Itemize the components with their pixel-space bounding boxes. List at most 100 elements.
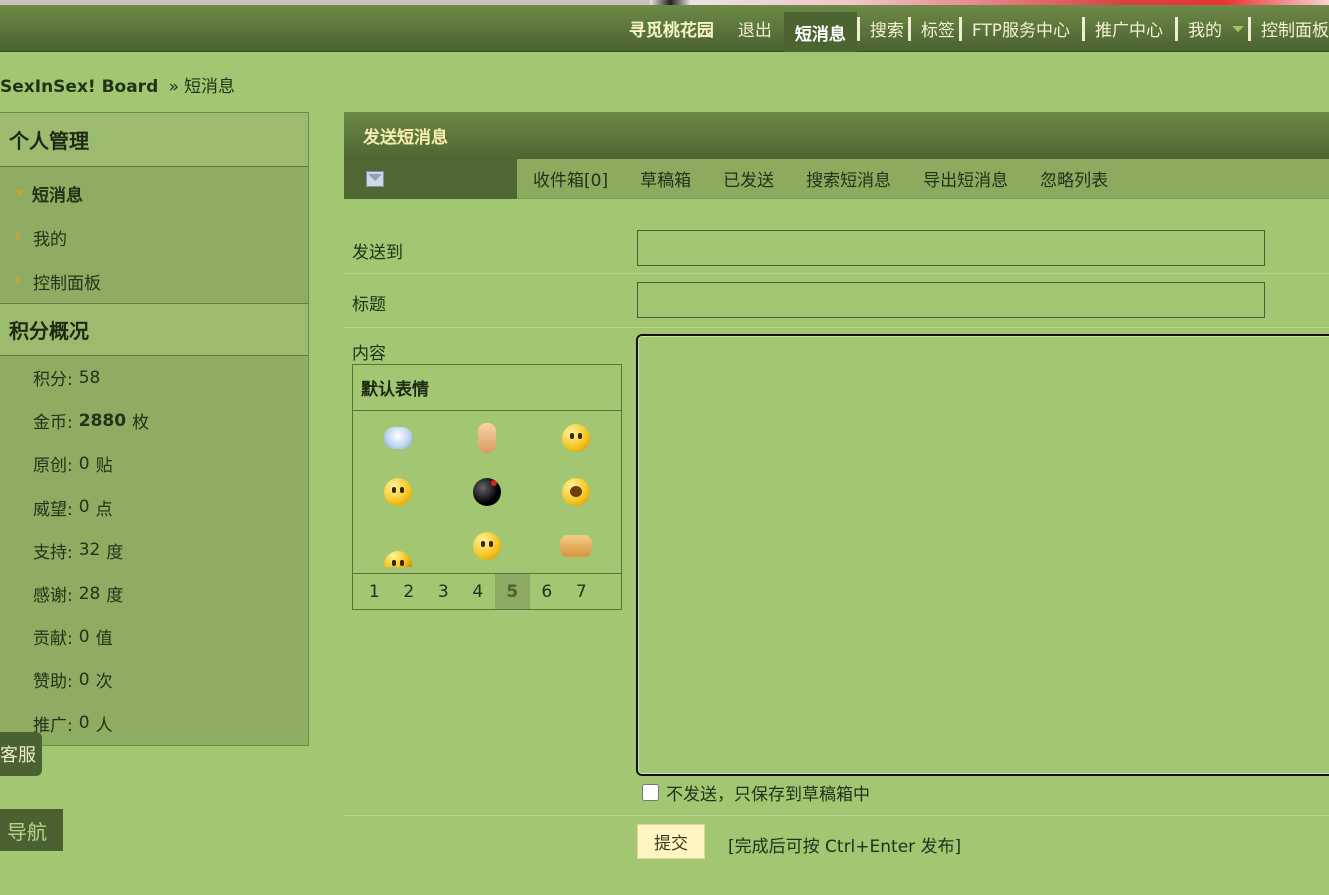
tab-drafts[interactable]: 草稿箱	[624, 166, 707, 191]
credit-label: 原创:	[33, 456, 73, 477]
credit-unit: 人	[95, 715, 113, 736]
nav-separator	[958, 16, 962, 41]
subject-row: 标题	[344, 282, 1329, 328]
compose-panel: 发送短消息 收件箱[0] 草稿箱 已发送 搜索短消息 导出短消息 忽略列表 发送…	[344, 112, 1329, 895]
page-link[interactable]: 1	[357, 574, 392, 609]
nav-mine-link[interactable]: 我的	[1184, 5, 1226, 52]
credit-label: 金币:	[33, 413, 73, 434]
recipient-input[interactable]	[637, 230, 1265, 266]
smilies-panel: 默认表情 1 2 3 4 5 6 7	[352, 364, 622, 610]
smiley-item[interactable]	[353, 411, 442, 465]
tab-sent[interactable]: 已发送	[707, 166, 790, 191]
submit-button[interactable]: 提交	[637, 824, 705, 859]
message-content-editor[interactable]	[636, 334, 1329, 776]
credit-label: 贡献:	[33, 629, 73, 650]
recipient-label: 发送到	[352, 243, 403, 263]
credit-label: 感谢:	[33, 586, 73, 607]
recipient-row: 发送到	[344, 230, 1329, 274]
tab-inbox[interactable]: 收件箱[0]	[517, 166, 624, 191]
subject-input[interactable]	[637, 282, 1265, 318]
save-draft-label: 不发送，只保存到草稿箱中	[666, 785, 870, 805]
page-link[interactable]: 2	[392, 574, 427, 609]
breadcrumb-board-link[interactable]: SexInSex! Board	[0, 77, 158, 97]
credit-value: 0	[78, 453, 90, 474]
sidebar-credits-title: 积分概况	[0, 303, 308, 356]
nav-promo-link[interactable]: 推广中心	[1091, 5, 1167, 52]
sidebar-item-messages[interactable]: 短消息	[0, 171, 308, 215]
credit-value: 0	[78, 669, 90, 690]
smiley-item[interactable]	[532, 465, 621, 519]
credit-label: 支持:	[33, 542, 73, 563]
page-link[interactable]: 6	[530, 574, 565, 609]
nav-search-link[interactable]: 搜索	[866, 5, 908, 52]
submit-row: 提交 [完成后可按 Ctrl+Enter 发布]	[344, 815, 1329, 895]
page-link[interactable]: 4	[461, 574, 496, 609]
tab-export-messages[interactable]: 导出短消息	[907, 166, 1024, 191]
nav-logout-link[interactable]: 退出	[726, 5, 784, 52]
nav-mine-dropdown[interactable]	[1226, 5, 1248, 52]
nav-brand-link[interactable]: 寻觅桃花园	[617, 5, 726, 52]
sidebar-item-label: 控制面板	[33, 273, 101, 294]
page-link-current[interactable]: 5	[495, 574, 530, 609]
sidebar-item-control-panel[interactable]: 控制面板	[0, 259, 308, 303]
credit-row: 推广: 0 人	[0, 702, 308, 745]
smiley-item[interactable]	[442, 465, 531, 519]
envelope-icon	[366, 170, 384, 187]
credit-unit: 枚	[132, 413, 150, 434]
credit-unit: 贴	[95, 456, 113, 477]
sidebar-item-label: 我的	[33, 229, 67, 250]
nav-separator	[1175, 16, 1178, 41]
cloud-smiley-icon	[383, 427, 412, 449]
nav-messages-link[interactable]: 短消息	[783, 12, 857, 52]
message-tabs: 收件箱[0] 草稿箱 已发送 搜索短消息 导出短消息 忽略列表	[344, 158, 1329, 199]
credit-value: 0	[78, 713, 90, 734]
panel-title: 发送短消息	[344, 112, 1329, 159]
credit-label: 威望:	[33, 499, 73, 520]
save-draft-option[interactable]: 不发送，只保存到草稿箱中	[642, 780, 870, 805]
credit-value: 28	[78, 583, 101, 604]
page-link[interactable]: 3	[426, 574, 461, 609]
credit-row: 金币: 2880 枚	[0, 399, 308, 442]
triangle-right-icon	[16, 276, 21, 286]
breadcrumb-current: 短消息	[184, 77, 236, 97]
nav-ftp-link[interactable]: FTP服务中心	[968, 5, 1074, 52]
smiley-item[interactable]	[442, 411, 531, 465]
nav-separator	[1248, 16, 1251, 41]
smiley-item[interactable]	[442, 519, 531, 573]
nav-control-panel-link[interactable]: 控制面板	[1257, 5, 1329, 52]
credit-value: 2880	[78, 410, 127, 431]
credit-unit: 值	[95, 629, 113, 650]
nav-separator	[907, 16, 911, 41]
smiley-item[interactable]	[532, 411, 621, 465]
credit-unit: 点	[95, 499, 113, 520]
smiley-item[interactable]	[353, 465, 442, 519]
smilies-pager: 1 2 3 4 5 6 7	[353, 573, 621, 609]
nav-separator	[856, 16, 860, 41]
credit-value: 0	[78, 626, 90, 647]
thinking-face-icon	[472, 532, 501, 560]
credit-row: 支持: 32 度	[0, 529, 308, 572]
save-draft-checkbox[interactable]	[642, 784, 659, 801]
victory-hand-icon	[477, 423, 496, 453]
sidebar-item-mine[interactable]: 我的	[0, 215, 308, 259]
confused-face-icon	[383, 478, 412, 506]
tab-ignore-list[interactable]: 忽略列表	[1024, 166, 1124, 191]
customer-service-button[interactable]: 客服	[0, 732, 42, 776]
navigation-button[interactable]: 导航	[0, 809, 63, 851]
credit-label: 积分:	[33, 370, 73, 391]
credit-row: 感谢: 28 度	[0, 572, 308, 615]
credit-value: 58	[78, 367, 101, 388]
credit-row: 威望: 0 点	[0, 486, 308, 529]
subject-label: 标题	[352, 295, 386, 315]
smiley-item[interactable]	[532, 519, 621, 573]
nav-tags-link[interactable]: 标签	[917, 5, 959, 52]
tab-compose[interactable]	[344, 158, 517, 199]
page-link[interactable]: 7	[564, 574, 599, 609]
submit-hint: [完成后可按 Ctrl+Enter 发布]	[728, 837, 962, 857]
sidebar-personal-title: 个人管理	[0, 113, 308, 167]
tab-search-messages[interactable]: 搜索短消息	[790, 166, 907, 191]
top-nav: 寻觅桃花园 退出 短消息 搜索 标签 FTP服务中心 推广中心 我的 控制面板	[0, 5, 1329, 52]
smiley-item[interactable]	[353, 519, 442, 573]
smiley-grid	[353, 411, 621, 573]
sidebar-item-label: 短消息	[32, 185, 83, 206]
